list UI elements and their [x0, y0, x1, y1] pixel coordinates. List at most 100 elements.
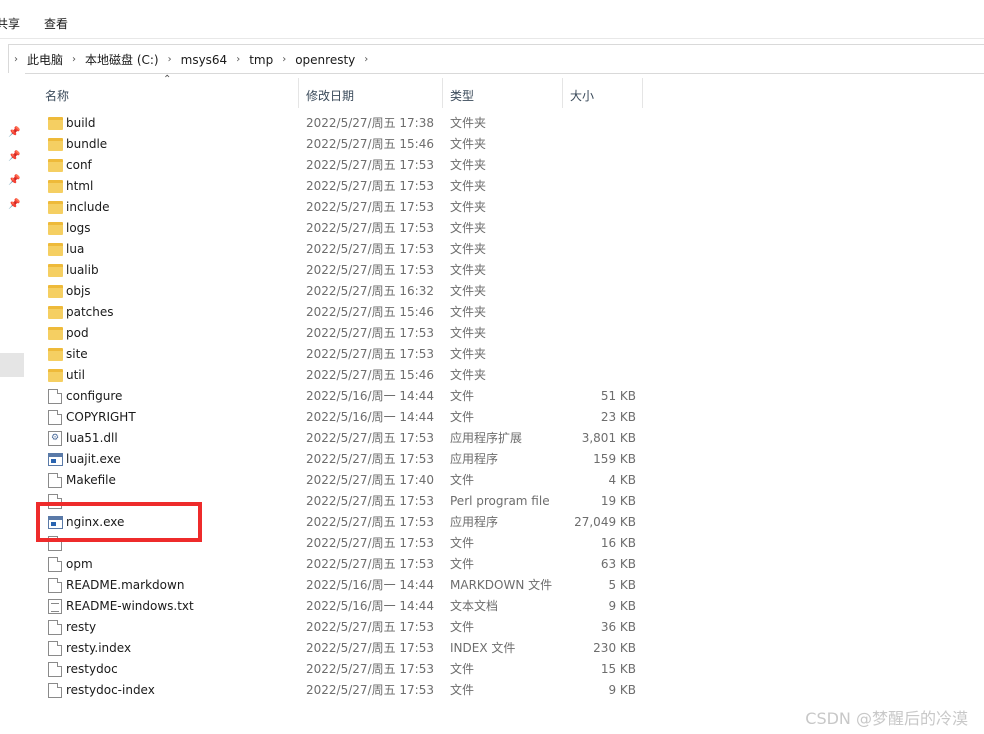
- file-name: resty: [66, 620, 97, 634]
- column-header-type[interactable]: 类型: [450, 87, 474, 104]
- file-row[interactable]: README-windows.txt 2022/5/16/周一 14:44 文本文档…: [40, 596, 660, 617]
- file-row[interactable]: html 2022/5/27/周五 17:53 文件夹: [40, 176, 660, 197]
- file-name: lua51.dll: [66, 431, 118, 445]
- file-date: 2022/5/27/周五 17:53: [306, 242, 434, 256]
- file-icon: [48, 620, 62, 635]
- file-type: 文件: [450, 536, 475, 550]
- file-name: include: [66, 200, 110, 214]
- file-size: 15 KB: [600, 662, 636, 676]
- file-date: 2022/5/27/周五 17:53: [306, 200, 434, 214]
- column-divider[interactable]: [642, 78, 643, 108]
- file-row[interactable]: pod 2022/5/27/周五 17:53 文件夹: [40, 323, 660, 344]
- file-date: 2022/5/27/周五 17:53: [306, 494, 434, 508]
- folder-icon: [48, 138, 63, 151]
- file-date: 2022/5/27/周五 17:53: [306, 536, 434, 550]
- file-date: 2022/5/16/周一 14:44: [306, 578, 434, 592]
- folder-icon: [48, 201, 63, 214]
- file-row[interactable]: configure 2022/5/16/周一 14:44 文件 51 KB: [40, 386, 660, 407]
- file-row[interactable]: logs 2022/5/27/周五 17:53 文件夹: [40, 218, 660, 239]
- file-type: 应用程序: [450, 515, 499, 529]
- file-size: 36 KB: [600, 620, 636, 634]
- file-name: configure: [66, 389, 123, 403]
- file-type: 应用程序扩展: [450, 431, 523, 445]
- nav-selected-item[interactable]: [0, 353, 24, 377]
- file-type: 文件夹: [450, 221, 487, 235]
- file-name: site: [66, 347, 88, 361]
- file-size: 9 KB: [608, 683, 636, 697]
- chevron-right-icon[interactable]: ›: [231, 54, 245, 65]
- file-size: 16 KB: [600, 536, 636, 550]
- folder-icon: [48, 180, 63, 193]
- file-row[interactable]: lua 2022/5/27/周五 17:53 文件夹: [40, 239, 660, 260]
- file-row[interactable]: site 2022/5/27/周五 17:53 文件夹: [40, 344, 660, 365]
- chevron-right-icon[interactable]: ›: [9, 54, 23, 65]
- file-row[interactable]: opm 2022/5/27/周五 17:53 文件 63 KB: [40, 554, 660, 575]
- file-row[interactable]: README.markdown 2022/5/16/周一 14:44 MARKDOW…: [40, 575, 660, 596]
- file-row[interactable]: COPYRIGHT 2022/5/16/周一 14:44 文件 23 KB: [40, 407, 660, 428]
- file-name: build: [66, 116, 96, 130]
- column-header-row: 名称 修改日期 类型 大小: [40, 78, 660, 108]
- file-name: lualib: [66, 263, 99, 277]
- pin-icon[interactable]: 📌: [8, 151, 20, 163]
- file-row[interactable]: conf 2022/5/27/周五 17:53 文件夹: [40, 155, 660, 176]
- file-row[interactable]: lua51.dll 2022/5/27/周五 17:53 应用程序扩展 3,801 K…: [40, 428, 660, 449]
- file-name: Makefile: [66, 473, 116, 487]
- file-size: 51 KB: [600, 389, 636, 403]
- breadcrumb-item-openresty[interactable]: openresty: [291, 53, 359, 67]
- file-icon: [48, 683, 62, 698]
- column-divider[interactable]: [562, 78, 563, 108]
- file-name: README.markdown: [66, 578, 185, 592]
- chevron-right-icon[interactable]: ›: [163, 54, 177, 65]
- column-header-name[interactable]: 名称: [45, 87, 69, 104]
- file-date: 2022/5/16/周一 14:44: [306, 389, 434, 403]
- file-row[interactable]: Makefile 2022/5/27/周五 17:40 文件 4 KB: [40, 470, 660, 491]
- column-header-date[interactable]: 修改日期: [306, 87, 354, 104]
- column-divider[interactable]: [298, 78, 299, 108]
- file-row[interactable]: lualib 2022/5/27/周五 17:53 文件夹: [40, 260, 660, 281]
- file-date: 2022/5/27/周五 17:53: [306, 641, 434, 655]
- breadcrumb-item-tmp[interactable]: tmp: [245, 53, 277, 67]
- file-row[interactable]: patches 2022/5/27/周五 15:46 文件夹: [40, 302, 660, 323]
- chevron-right-icon[interactable]: ›: [277, 54, 291, 65]
- file-date: 2022/5/27/周五 17:53: [306, 326, 434, 340]
- file-name: opm: [66, 557, 93, 571]
- breadcrumb-item-msys64[interactable]: msys64: [177, 53, 232, 67]
- tab-view[interactable]: 查看: [44, 15, 68, 32]
- file-type: INDEX 文件: [450, 641, 516, 655]
- file-row[interactable]: util 2022/5/27/周五 15:46 文件夹: [40, 365, 660, 386]
- file-row[interactable]: resty.index 2022/5/27/周五 17:53 INDEX 文件 230…: [40, 638, 660, 659]
- column-divider[interactable]: [442, 78, 443, 108]
- file-row[interactable]: restydoc-index 2022/5/27/周五 17:53 文件 9 KB: [40, 680, 660, 701]
- file-row[interactable]: objs 2022/5/27/周五 16:32 文件夹: [40, 281, 660, 302]
- file-row[interactable]: restydoc 2022/5/27/周五 17:53 文件 15 KB: [40, 659, 660, 680]
- pin-icon[interactable]: 📌: [8, 175, 20, 187]
- file-date: 2022/5/27/周五 17:53: [306, 452, 434, 466]
- file-size: 159 KB: [593, 452, 636, 466]
- file-row[interactable]: include 2022/5/27/周五 17:53 文件夹: [40, 197, 660, 218]
- tab-share[interactable]: 共享: [0, 15, 20, 32]
- folder-icon: [48, 285, 63, 298]
- folder-icon: [48, 306, 63, 319]
- file-row[interactable]: build 2022/5/27/周五 17:38 文件夹: [40, 113, 660, 134]
- file-row[interactable]: resty 2022/5/27/周五 17:53 文件 36 KB: [40, 617, 660, 638]
- breadcrumb-item-local-disk[interactable]: 本地磁盘 (C:): [81, 51, 163, 68]
- file-type: Perl program file: [450, 494, 550, 508]
- address-bar[interactable]: › 此电脑 › 本地磁盘 (C:) › msys64 › tmp › openresty ›: [8, 44, 984, 74]
- breadcrumb-item-this-pc[interactable]: 此电脑: [23, 51, 67, 68]
- column-header-size[interactable]: 大小: [570, 87, 594, 104]
- pin-icon[interactable]: 📌: [8, 199, 20, 211]
- file-row[interactable]: luajit.exe 2022/5/27/周五 17:53 应用程序 159 KB: [40, 449, 660, 470]
- pin-icon[interactable]: 📌: [8, 127, 20, 139]
- folder-icon: [48, 159, 63, 172]
- file-name: conf: [66, 158, 92, 172]
- text-file-icon: [48, 599, 62, 614]
- file-type: 文本文档: [450, 599, 499, 613]
- chevron-right-icon[interactable]: ›: [359, 54, 373, 65]
- file-row[interactable]: bundle 2022/5/27/周五 15:46 文件夹: [40, 134, 660, 155]
- file-list: build 2022/5/27/周五 17:38 文件夹 bundle 2022/5/2…: [40, 113, 660, 701]
- file-size: 5 KB: [608, 578, 636, 592]
- file-icon: [48, 641, 62, 656]
- chevron-right-icon[interactable]: ›: [67, 54, 81, 65]
- file-icon: [48, 578, 62, 593]
- file-name: lua: [66, 242, 85, 256]
